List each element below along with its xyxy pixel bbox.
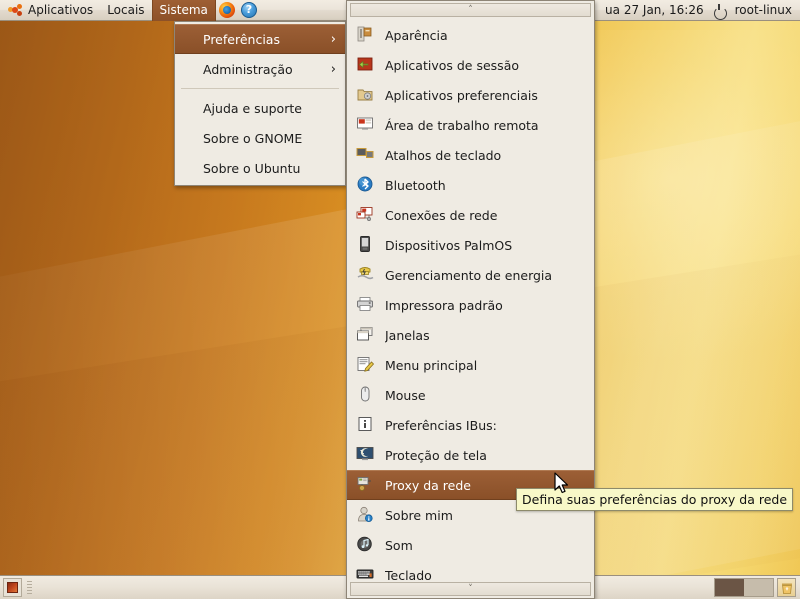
scroll-up-arrow[interactable]: ˄ xyxy=(350,3,591,17)
system-menu-item-ajuda[interactable]: Ajuda e suporte xyxy=(175,93,345,123)
menu-aplicativos-label: Aplicativos xyxy=(28,3,94,17)
menu-locais[interactable]: Locais xyxy=(100,0,151,21)
panel-right-area: ua 27 Jan, 16:26 root-linux xyxy=(605,3,800,20)
bluetooth-icon xyxy=(355,175,377,195)
clock[interactable]: ua 27 Jan, 16:26 xyxy=(605,3,704,17)
preferences-item-teclado[interactable]: Teclado xyxy=(347,560,594,580)
menu-sistema-label: Sistema xyxy=(159,3,208,17)
preferences-item-label: Som xyxy=(385,537,413,553)
session-apps-icon xyxy=(355,55,377,75)
ubuntu-logo-icon xyxy=(7,2,23,18)
launcher-help[interactable]: ? xyxy=(238,0,260,21)
chevron-right-icon: › xyxy=(330,61,336,77)
preferences-item-label: Sobre mim xyxy=(385,507,453,523)
preferences-item-label: Menu principal xyxy=(385,357,478,373)
keyboard-shortcuts-icon xyxy=(355,145,377,165)
menu-aplicativos[interactable]: Aplicativos xyxy=(0,0,100,21)
show-desktop-glyph xyxy=(7,582,18,593)
keyboard-icon xyxy=(355,565,377,580)
system-menu: Preferências › Administração › Ajuda e s… xyxy=(174,21,346,186)
help-icon: ? xyxy=(240,2,257,18)
preferences-item-protecao-de-tela[interactable]: Proteção de tela xyxy=(347,440,594,470)
system-menu-item-sobre-ubuntu[interactable]: Sobre o Ubuntu xyxy=(175,153,345,183)
preferences-item-label: Atalhos de teclado xyxy=(385,147,502,163)
printer-icon xyxy=(355,295,377,315)
preferences-item-label: Gerenciamento de energia xyxy=(385,267,553,283)
trash-icon[interactable] xyxy=(777,578,796,597)
preferred-apps-icon xyxy=(355,85,377,105)
workspace-switcher[interactable] xyxy=(714,578,774,597)
system-menu-item-sobre-gnome[interactable]: Sobre o GNOME xyxy=(175,123,345,153)
preferences-item-som[interactable]: Som xyxy=(347,530,594,560)
panel-grip-handle[interactable] xyxy=(27,580,32,595)
tooltip: Defina suas preferências do proxy da red… xyxy=(516,488,794,511)
preferences-item-label: Impressora padrão xyxy=(385,297,503,313)
system-menu-item-administracao[interactable]: Administração › xyxy=(175,54,345,84)
workspace-2[interactable] xyxy=(744,579,773,596)
preferences-item-atalhos-de-teclado[interactable]: Atalhos de teclado xyxy=(347,140,594,170)
preferences-item-label: Janelas xyxy=(385,327,430,343)
preferences-item-label: Área de trabalho remota xyxy=(385,117,539,133)
preferences-item-label: Dispositivos PalmOS xyxy=(385,237,513,253)
system-menu-item-sobre-ubuntu-label: Sobre o Ubuntu xyxy=(203,160,301,176)
preferences-item-label: Aplicativos preferenciais xyxy=(385,87,538,103)
preferences-item-menu-principal[interactable]: Menu principal xyxy=(347,350,594,380)
preferences-item-preferencias-ibus[interactable]: Preferências IBus: xyxy=(347,410,594,440)
show-desktop-icon[interactable] xyxy=(3,578,22,597)
preferences-item-label: Proteção de tela xyxy=(385,447,487,463)
preferences-item-label: Mouse xyxy=(385,387,426,403)
scroll-down-arrow[interactable]: ˅ xyxy=(350,582,591,596)
system-menu-item-ajuda-label: Ajuda e suporte xyxy=(203,100,302,116)
chevron-right-icon: › xyxy=(330,31,336,47)
remote-desktop-icon xyxy=(355,115,377,135)
preferences-item-aplicativos-de-sessao[interactable]: Aplicativos de sessão xyxy=(347,50,594,80)
power-icon[interactable] xyxy=(713,3,727,20)
preferences-item-area-de-trabalho-remota[interactable]: Área de trabalho remota xyxy=(347,110,594,140)
preferences-item-gerenciamento-de-energia[interactable]: Gerenciamento de energia xyxy=(347,260,594,290)
power-management-icon xyxy=(355,265,377,285)
appearance-icon xyxy=(355,25,377,45)
preferences-item-conexoes-de-rede[interactable]: Conexões de rede xyxy=(347,200,594,230)
palmos-device-icon xyxy=(355,235,377,255)
windows-icon xyxy=(355,325,377,345)
mouse-icon xyxy=(355,385,377,405)
screensaver-icon xyxy=(355,445,377,465)
preferences-item-label: Preferências IBus: xyxy=(385,417,497,433)
bottom-panel-right-area xyxy=(714,578,800,597)
preferences-item-aparencia[interactable]: Aparência xyxy=(347,20,594,50)
menu-separator xyxy=(181,88,339,89)
system-menu-item-preferencias[interactable]: Preferências › xyxy=(175,24,345,54)
preferences-item-label: Teclado xyxy=(385,567,432,581)
preferences-item-dispositivos-palmos[interactable]: Dispositivos PalmOS xyxy=(347,230,594,260)
sound-icon xyxy=(355,535,377,555)
firefox-icon xyxy=(218,2,235,18)
network-connections-icon xyxy=(355,205,377,225)
main-menu-icon xyxy=(355,355,377,375)
network-proxy-icon xyxy=(355,475,377,495)
workspace-1[interactable] xyxy=(715,579,744,596)
system-menu-item-sobre-gnome-label: Sobre o GNOME xyxy=(203,130,303,146)
preferences-item-mouse[interactable]: Mouse xyxy=(347,380,594,410)
preferences-item-label: Bluetooth xyxy=(385,177,446,193)
about-me-icon xyxy=(355,505,377,525)
preferences-item-impressora-padrao[interactable]: Impressora padrão xyxy=(347,290,594,320)
menu-sistema[interactable]: Sistema xyxy=(151,0,216,21)
system-menu-item-preferencias-label: Preferências xyxy=(203,31,280,47)
preferences-item-label: Proxy da rede xyxy=(385,477,471,493)
preferences-item-bluetooth[interactable]: Bluetooth xyxy=(347,170,594,200)
preferences-item-janelas[interactable]: Janelas xyxy=(347,320,594,350)
user-name-indicator[interactable]: root-linux xyxy=(735,3,792,17)
launcher-firefox[interactable] xyxy=(216,0,238,21)
ibus-icon xyxy=(355,415,377,435)
preferences-item-label: Aplicativos de sessão xyxy=(385,57,520,73)
menu-locais-label: Locais xyxy=(107,3,145,17)
preferences-item-aplicativos-preferenciais[interactable]: Aplicativos preferenciais xyxy=(347,80,594,110)
preferences-item-label: Aparência xyxy=(385,27,448,43)
system-menu-item-administracao-label: Administração xyxy=(203,61,293,77)
preferences-item-label: Conexões de rede xyxy=(385,207,498,223)
